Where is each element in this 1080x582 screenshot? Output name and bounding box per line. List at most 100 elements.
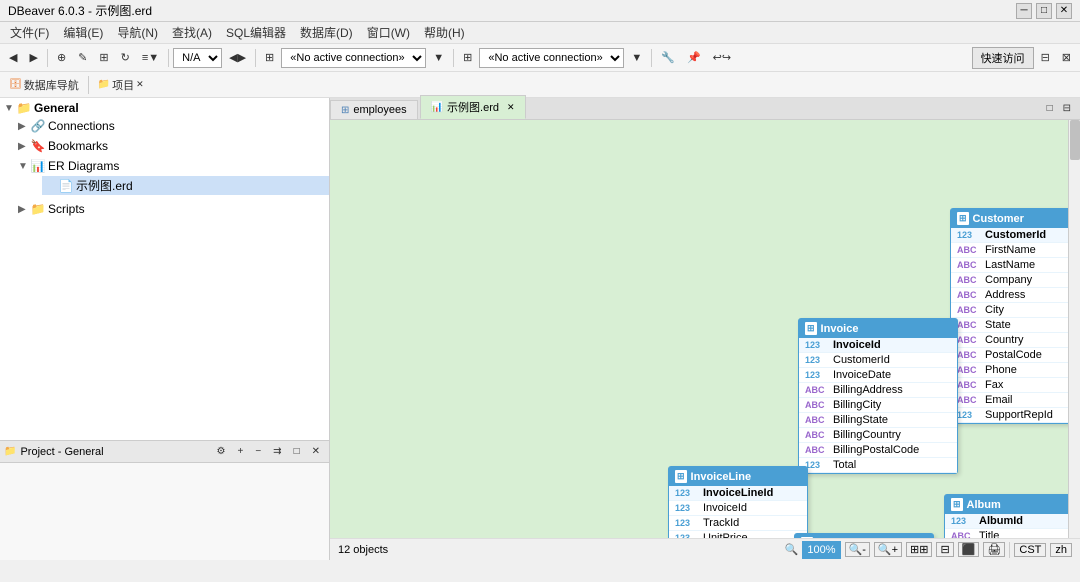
new-btn[interactable]: ⊕ bbox=[52, 47, 71, 69]
invoice-type6: ABC bbox=[805, 415, 829, 425]
conn2-drop[interactable]: ▼ bbox=[626, 47, 647, 69]
customer-field-country: ABC Country bbox=[951, 333, 1080, 348]
tree-item-erd-file[interactable]: 📄 示例图.erd bbox=[42, 176, 329, 195]
tree-er: ▼ 📊 ER Diagrams 📄 示例图.erd bbox=[0, 156, 329, 199]
customer-field-city: ABC City bbox=[951, 303, 1080, 318]
panel-arrow-btn[interactable]: ⇉ bbox=[268, 441, 286, 463]
tab-employees[interactable]: ⊞ employees bbox=[330, 100, 418, 119]
entity-track[interactable]: ⊞ Track 123 TrackId ABC Name 123 AlbumId bbox=[794, 533, 934, 538]
tree-item-scripts[interactable]: ▶ 📁 Scripts bbox=[14, 201, 329, 217]
project-btn[interactable]: 📁 项目 ✕ bbox=[93, 74, 149, 96]
album-field-title: ABC Title bbox=[945, 529, 1073, 538]
refresh-btn[interactable]: ↻ bbox=[116, 47, 135, 69]
al-type2: ABC bbox=[951, 531, 975, 538]
field-type-abc3: ABC bbox=[957, 275, 981, 285]
panel-minus-btn[interactable]: − bbox=[250, 441, 266, 463]
tree-item-connections[interactable]: ▶ 🔗 Connections bbox=[14, 118, 329, 134]
field-billingpostal: BillingPostalCode bbox=[833, 444, 919, 456]
panel-min-btn[interactable]: □ bbox=[289, 441, 305, 463]
quick-access-btn[interactable]: 快速访问 bbox=[972, 47, 1034, 69]
grid-btn[interactable]: ⊞⊞ bbox=[906, 542, 932, 557]
menu-help[interactable]: 帮助(H) bbox=[418, 22, 471, 43]
filter-btn[interactable]: ≡▼ bbox=[137, 47, 164, 69]
entity-track-name: Track bbox=[817, 538, 846, 539]
icon-btn4[interactable]: 📌 bbox=[682, 47, 706, 69]
layout-btn2[interactable]: ⊠ bbox=[1057, 47, 1076, 69]
invoice-field-country: ABC BillingCountry bbox=[799, 428, 957, 443]
menu-file[interactable]: 文件(F) bbox=[4, 22, 55, 43]
zoom-in-btn[interactable]: 🔍+ bbox=[874, 542, 902, 557]
customer-field-state: ABC State bbox=[951, 318, 1080, 333]
arrow-btn[interactable]: ◀▶ bbox=[224, 47, 251, 69]
conn2-combo[interactable]: «No active connection» bbox=[479, 48, 624, 68]
search-icon[interactable]: 🔍 bbox=[785, 543, 799, 556]
edit-btn[interactable]: ✎ bbox=[73, 47, 92, 69]
tree-item-bookmarks[interactable]: ▶ 🔖 Bookmarks bbox=[14, 138, 329, 154]
icon-btn2[interactable]: ⊞ bbox=[458, 47, 477, 69]
na-combo[interactable]: N/A bbox=[173, 48, 222, 68]
layout-btn1[interactable]: ⊟ bbox=[1036, 47, 1055, 69]
menu-window[interactable]: 窗口(W) bbox=[361, 22, 416, 43]
menu-edit[interactable]: 编辑(E) bbox=[57, 22, 109, 43]
field-state: State bbox=[985, 319, 1011, 331]
field-invoicelineid: InvoiceLineId bbox=[703, 487, 773, 499]
conn1-drop[interactable]: ▼ bbox=[428, 47, 449, 69]
field-unitprice: UnitPrice bbox=[703, 532, 748, 538]
entity-invoice[interactable]: ⊞ Invoice 123 InvoiceId 123 CustomerId 1… bbox=[798, 318, 958, 474]
menu-nav[interactable]: 导航(N) bbox=[111, 22, 164, 43]
tab-erd-label: 示例图.erd bbox=[447, 99, 499, 115]
tab-max-btn[interactable]: ⊟ bbox=[1058, 97, 1076, 119]
album-field-id: 123 AlbumId bbox=[945, 514, 1073, 529]
er-canvas[interactable]: ⊞ Customer 123 CustomerId ABC FirstName … bbox=[330, 120, 1080, 538]
tab-erd[interactable]: 📊 示例图.erd ✕ bbox=[420, 95, 526, 119]
entity-invoiceline[interactable]: ⊞ InvoiceLine 123 InvoiceLineId 123 Invo… bbox=[668, 466, 808, 538]
panel-add-btn[interactable]: + bbox=[232, 441, 248, 463]
tab-min-btn[interactable]: □ bbox=[1042, 97, 1058, 119]
album-table-icon: ⊞ bbox=[951, 498, 963, 511]
project-icon: 📁 bbox=[4, 446, 16, 457]
scrollbar-thumb[interactable] bbox=[1070, 120, 1080, 160]
menu-sql[interactable]: SQL编辑器 bbox=[220, 22, 292, 43]
close-btn[interactable]: ✕ bbox=[1056, 3, 1072, 19]
icon-btn5[interactable]: ↩↪ bbox=[708, 47, 736, 69]
icon-btn3[interactable]: 🔧 bbox=[656, 47, 680, 69]
zoom-out-btn[interactable]: 🔍- bbox=[845, 542, 870, 557]
panel-close-btn[interactable]: ✕ bbox=[307, 441, 325, 463]
entity-album[interactable]: ⊞ Album 123 AlbumId ABC Title 123 Artist… bbox=[944, 494, 1074, 538]
back-btn[interactable]: ◀ bbox=[4, 47, 22, 69]
vertical-scrollbar[interactable] bbox=[1068, 120, 1080, 538]
db-nav-btn[interactable]: 🗄 数据库导航 bbox=[4, 74, 84, 96]
entity-customer[interactable]: ⊞ Customer 123 CustomerId ABC FirstName … bbox=[950, 208, 1080, 424]
tree-item-general[interactable]: ▼ 📁 General bbox=[0, 100, 329, 116]
layout-btn[interactable]: ⊟ bbox=[936, 542, 953, 557]
entity-invoice-name: Invoice bbox=[821, 323, 859, 335]
panel-settings-btn[interactable]: ⚙ bbox=[212, 441, 231, 463]
tab-erd-close[interactable]: ✕ bbox=[507, 102, 515, 113]
employees-table-icon: ⊞ bbox=[341, 105, 349, 116]
menu-find[interactable]: 查找(A) bbox=[166, 22, 218, 43]
field-type-abc4: ABC bbox=[957, 290, 981, 300]
field-phone: Phone bbox=[985, 364, 1017, 376]
conn1-combo[interactable]: «No active connection» bbox=[281, 48, 426, 68]
entity-invoiceline-name: InvoiceLine bbox=[691, 471, 752, 483]
invoiceline-table-icon: ⊞ bbox=[675, 470, 687, 483]
print-btn[interactable]: 🖨 bbox=[983, 542, 1005, 557]
entity-customer-header: ⊞ Customer bbox=[951, 209, 1080, 228]
tree-connections: ▶ 🔗 Connections bbox=[0, 116, 329, 136]
export-btn[interactable]: ⬛ bbox=[958, 542, 980, 557]
tree-label-er: ER Diagrams bbox=[48, 159, 119, 173]
menu-db[interactable]: 数据库(D) bbox=[294, 22, 359, 43]
entity-track-header: ⊞ Track bbox=[795, 534, 933, 538]
toggle-er: ▼ bbox=[18, 161, 28, 172]
toggle-scripts: ▶ bbox=[18, 204, 28, 215]
bottom-panel: 📁 Project - General ⚙ + − ⇉ □ ✕ bbox=[0, 440, 329, 560]
tree-label-bookmarks: Bookmarks bbox=[48, 139, 108, 153]
tree-label-general: General bbox=[34, 101, 79, 115]
status-sep bbox=[1009, 542, 1010, 558]
minimize-btn[interactable]: ─ bbox=[1016, 3, 1032, 19]
forward-btn[interactable]: ▶ bbox=[24, 47, 42, 69]
maximize-btn[interactable]: □ bbox=[1036, 3, 1052, 19]
browse-btn[interactable]: ⊞ bbox=[94, 47, 113, 69]
icon-btn1[interactable]: ⊞ bbox=[260, 47, 279, 69]
tree-item-er[interactable]: ▼ 📊 ER Diagrams bbox=[14, 158, 329, 174]
